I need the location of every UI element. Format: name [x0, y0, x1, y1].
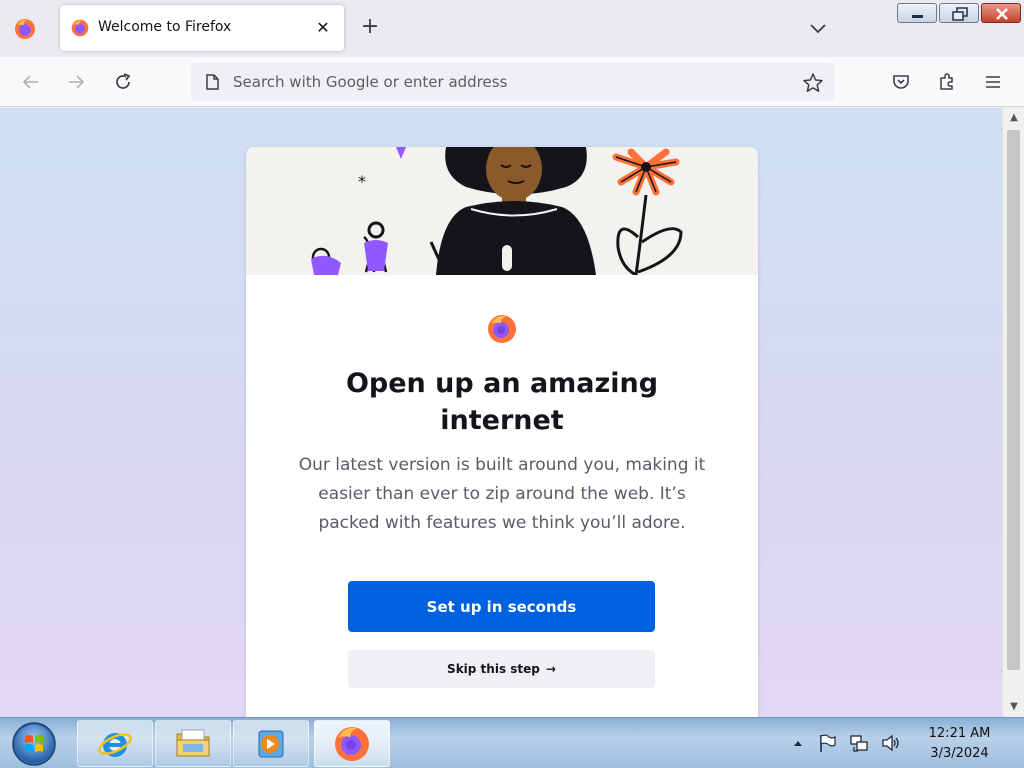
- hamburger-menu-icon: [986, 76, 1000, 88]
- taskbar-firefox[interactable]: [314, 720, 390, 767]
- url-bar[interactable]: [191, 63, 834, 101]
- media-player-icon: [258, 730, 284, 757]
- reload-icon: [116, 73, 131, 89]
- navigation-toolbar: [0, 57, 1024, 107]
- app-menu-button[interactable]: [981, 70, 1005, 94]
- svg-text:*: *: [358, 172, 366, 191]
- extensions-icon: [940, 73, 953, 90]
- restore-icon[interactable]: [939, 3, 979, 23]
- scroll-thumb[interactable]: [1007, 130, 1020, 670]
- setup-button[interactable]: Set up in seconds: [348, 581, 655, 632]
- network-icon[interactable]: [848, 732, 870, 754]
- back-arrow-icon: [22, 75, 38, 89]
- pocket-button[interactable]: [889, 70, 913, 94]
- firefox-menu-icon[interactable]: [13, 17, 37, 41]
- page-icon: [206, 74, 219, 90]
- back-button[interactable]: [19, 70, 43, 94]
- clock-date: 3/3/2024: [930, 746, 989, 761]
- system-tray: [790, 718, 902, 768]
- forward-arrow-icon: [69, 75, 85, 89]
- minimize-icon[interactable]: [897, 3, 937, 23]
- windows-start-icon[interactable]: [8, 721, 60, 767]
- file-explorer-icon: [176, 729, 210, 756]
- show-hidden-icons-icon[interactable]: [790, 735, 806, 751]
- pocket-icon: [893, 75, 909, 89]
- firefox-logo-icon: [488, 315, 516, 343]
- window-close-icon[interactable]: [981, 3, 1021, 23]
- star-icon[interactable]: [802, 72, 824, 94]
- volume-icon[interactable]: [880, 732, 902, 754]
- welcome-headline: Open up an amazing internet: [345, 368, 659, 436]
- chevron-down-icon[interactable]: [806, 16, 830, 40]
- reload-button[interactable]: [111, 70, 135, 94]
- tab-title: Welcome to Firefox: [98, 19, 232, 35]
- clock-time: 12:21 AM: [928, 726, 991, 741]
- tab-strip: Welcome to Firefox ✕ +: [0, 0, 1024, 57]
- plus-icon[interactable]: +: [358, 16, 382, 40]
- action-center-flag-icon[interactable]: [816, 732, 838, 754]
- page-content[interactable]: * Open up an amazing internet Our latest…: [0, 108, 1002, 717]
- skip-step-button[interactable]: Skip this step →: [348, 650, 655, 688]
- tab-welcome-to-firefox[interactable]: Welcome to Firefox ✕: [60, 5, 344, 51]
- window-controls: [897, 3, 1021, 25]
- welcome-subtext: Our latest version is built around you, …: [298, 455, 706, 533]
- skip-step-label: Skip this step: [447, 662, 540, 676]
- taskbar-media-player[interactable]: [233, 720, 309, 767]
- scroll-down-arrow-icon[interactable]: ▼: [1003, 697, 1024, 717]
- close-icon[interactable]: ✕: [312, 17, 334, 39]
- vertical-scrollbar[interactable]: ▲ ▼: [1002, 108, 1024, 717]
- firefox-favicon-icon: [71, 19, 89, 37]
- search-input[interactable]: [233, 63, 793, 101]
- scroll-up-arrow-icon[interactable]: ▲: [1003, 108, 1024, 128]
- windows-taskbar: 12:21 AM 3/3/2024: [0, 717, 1024, 768]
- forward-button[interactable]: [64, 70, 88, 94]
- arrow-right-icon: →: [545, 662, 556, 676]
- welcome-card: * Open up an amazing internet Our latest…: [246, 147, 758, 717]
- internet-explorer-icon: [98, 732, 132, 757]
- taskbar-internet-explorer[interactable]: [77, 720, 153, 767]
- firefox-taskbar-icon: [335, 726, 369, 761]
- taskbar-clock[interactable]: 12:21 AM 3/3/2024: [912, 724, 1007, 764]
- taskbar-file-explorer[interactable]: [155, 720, 231, 767]
- welcome-illustration: *: [246, 147, 758, 275]
- extensions-button[interactable]: [935, 70, 959, 94]
